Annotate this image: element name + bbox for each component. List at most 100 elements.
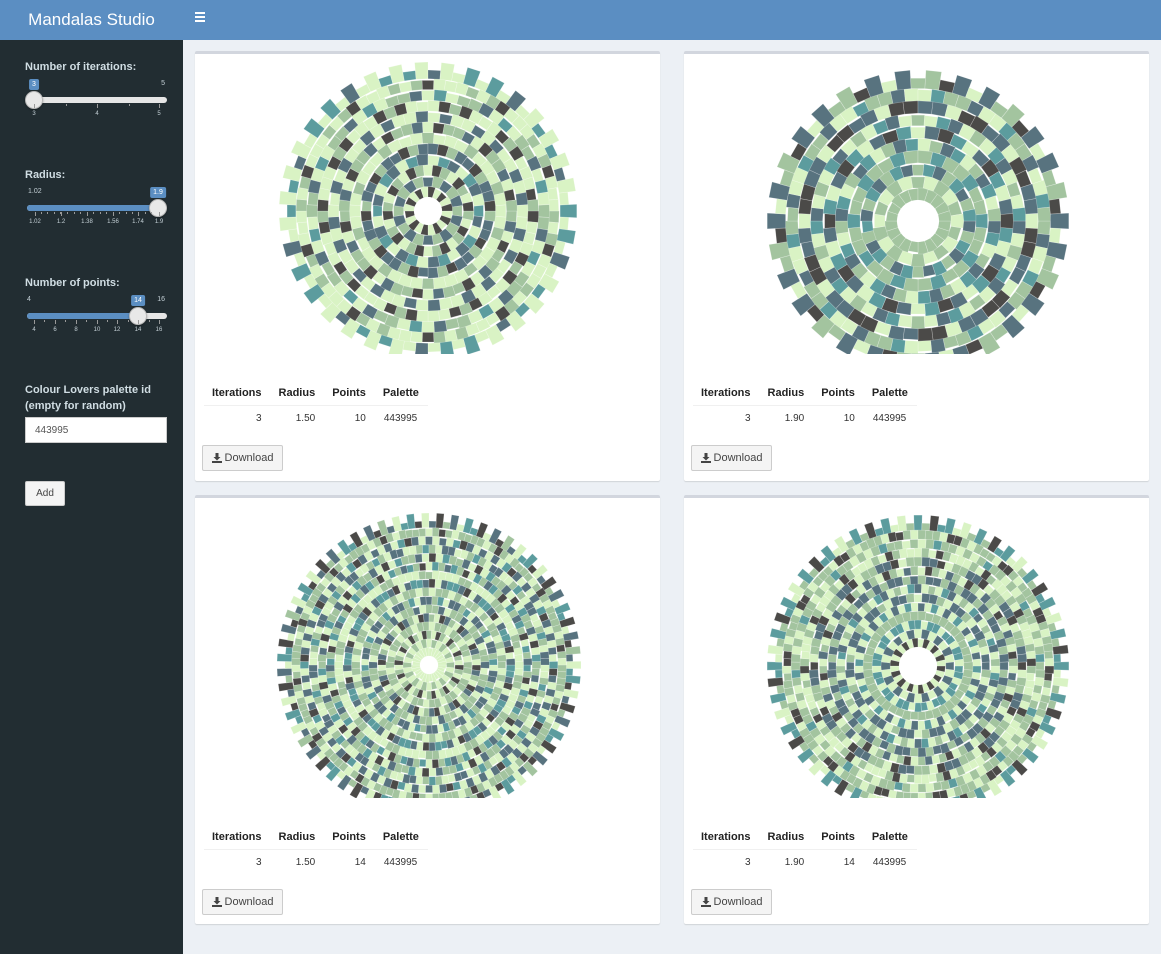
mandala-tile — [329, 192, 341, 206]
mandala-tile — [1053, 653, 1062, 663]
th-points: Points — [813, 826, 864, 850]
mandala-tile — [924, 755, 934, 766]
mandala-tile — [1037, 220, 1051, 236]
mandala-tile — [445, 782, 455, 792]
mandala-tile — [372, 204, 383, 218]
mandala-tile — [910, 126, 926, 139]
mandala-tile — [428, 587, 437, 597]
mandala-tile — [292, 671, 302, 679]
mandala-tile — [417, 784, 426, 794]
mandala-tile — [565, 668, 574, 677]
mandala-tile — [431, 750, 440, 760]
mandala-tile — [297, 221, 309, 235]
mandala-tile — [408, 320, 423, 334]
mandala-tile — [1053, 661, 1070, 671]
mandala-tile — [427, 112, 441, 123]
mandala-tile — [317, 667, 327, 677]
mandala-tile — [425, 750, 433, 760]
cell-radius: 1.90 — [784, 412, 805, 424]
mandala-tile — [402, 70, 417, 82]
mandala-tile — [428, 767, 437, 777]
cell-iterations: 3 — [255, 412, 262, 424]
mandala-tile — [428, 552, 437, 563]
mandala-tile — [276, 668, 293, 677]
mandala-tile — [854, 665, 864, 674]
download-button-2[interactable]: Download — [691, 445, 772, 471]
mandala-tile — [565, 653, 574, 662]
mandala-tile — [308, 227, 322, 243]
mandala-tile — [438, 783, 448, 794]
mandala-tile — [285, 646, 293, 656]
mandala-tile — [1048, 227, 1062, 244]
points-slider[interactable]: 4 16 14 4 6 8 10 12 14 16 — [25, 295, 167, 336]
cell-radius: 1.50 — [295, 412, 316, 424]
iterations-slider[interactable]: 3 5 3 3 4 5 — [25, 79, 167, 120]
mandala-tile — [1000, 213, 1015, 229]
mandala-tile — [339, 210, 351, 223]
mandala-tile — [834, 220, 849, 235]
mandala-center — [897, 200, 939, 242]
mandala-tile — [909, 575, 919, 585]
th-radius: Radius — [270, 382, 325, 406]
mandala-tile — [421, 90, 435, 101]
mandala-tile — [299, 653, 310, 662]
mandala-tile — [422, 612, 430, 623]
download-icon — [211, 897, 222, 907]
download-button-3[interactable]: Download — [202, 889, 283, 915]
points-tick-labels: 4 6 8 10 12 14 16 — [32, 327, 163, 333]
mandala-tile — [910, 77, 926, 89]
iterations-track[interactable] — [27, 97, 167, 103]
mandala-tile — [361, 200, 373, 212]
mandala-tile — [505, 199, 519, 212]
cell-iterations: 3 — [744, 412, 751, 424]
mandala-tile — [351, 661, 361, 669]
mandala-tile — [774, 198, 788, 215]
th-palette: Palette — [374, 382, 428, 406]
mandala-tile — [910, 114, 926, 127]
mandala-tile — [435, 766, 444, 777]
mandala-tile — [307, 191, 319, 206]
mandala-tile — [343, 658, 353, 666]
radius-slider[interactable]: 1.02 1.9 1.02 1.2 1.38 1.56 1.74 1.9 — [25, 187, 167, 228]
mandala-tile — [548, 198, 560, 212]
mandala-tile — [428, 776, 437, 787]
mandala-tile — [505, 210, 518, 223]
cell-radius: 1.50 — [295, 856, 316, 868]
mandala-tile — [917, 290, 932, 305]
mandala-tile — [917, 747, 927, 758]
mandala-tile — [810, 207, 824, 222]
mandala-tile — [897, 115, 913, 128]
mandala-tile — [917, 574, 927, 585]
mandala-tile — [917, 602, 926, 612]
mandala-tile — [924, 791, 934, 798]
mandala-tile — [902, 567, 912, 577]
app-logo[interactable]: Mandalas Studio — [0, 0, 183, 40]
mandala-tile — [516, 204, 530, 218]
mandala-tile — [523, 658, 533, 666]
mandala-tile — [422, 289, 434, 300]
mandala-tile — [559, 203, 578, 219]
mandala-tile — [414, 553, 423, 564]
mandala-tile — [565, 645, 581, 656]
mandala-tile — [438, 749, 447, 760]
palette-id-input[interactable] — [25, 417, 167, 443]
mandala-tile — [427, 266, 439, 279]
mandala-tile — [415, 579, 424, 589]
mandala-tile — [412, 562, 421, 572]
add-button[interactable]: Add — [25, 481, 65, 506]
download-button-1[interactable]: Download — [202, 445, 283, 471]
mandala-tile — [790, 661, 801, 671]
mandala-tile — [901, 540, 911, 550]
mandala-tile — [921, 728, 931, 740]
download-icon — [700, 897, 711, 907]
mandala-tile — [433, 78, 447, 91]
mandala-tile — [917, 711, 927, 721]
download-button-4[interactable]: Download — [691, 889, 772, 915]
mandala-tile — [980, 653, 991, 663]
mandala-tile — [902, 791, 912, 798]
mandala-tile — [558, 216, 570, 231]
sidebar-toggle-icon[interactable] — [195, 12, 205, 24]
mandala-tile — [917, 566, 926, 576]
mandala-tile — [1026, 658, 1038, 667]
mandala-tile — [902, 327, 919, 341]
